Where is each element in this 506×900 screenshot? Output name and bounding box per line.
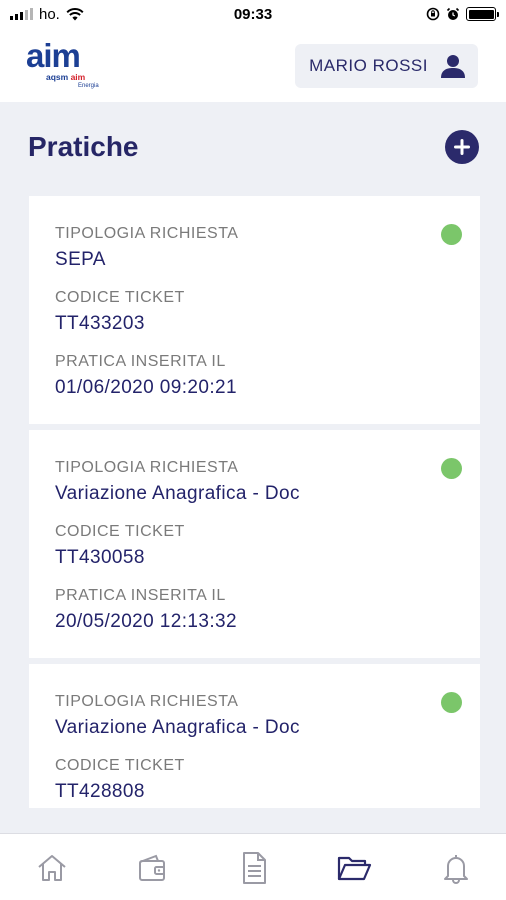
user-profile-button[interactable]: MARIO ROSSI — [295, 44, 478, 88]
tab-home[interactable] — [34, 850, 70, 886]
wifi-icon — [66, 7, 84, 20]
add-pratica-button[interactable] — [445, 130, 479, 164]
status-right — [426, 7, 499, 21]
code-value: TT430058 — [55, 547, 145, 568]
page-title: Pratiche — [28, 131, 139, 162]
type-value: Variazione Anagrafica - Doc — [55, 717, 300, 738]
date-value: 20/05/2020 12:13:32 — [55, 611, 237, 632]
status-indicator — [441, 224, 462, 245]
code-value: TT428808 — [55, 781, 145, 802]
code-label: CODICE TICKET — [55, 289, 185, 306]
ticket-card[interactable]: TIPOLOGIA RICHIESTA SEPA CODICE TICKET T… — [29, 196, 480, 424]
pratiche-list: TIPOLOGIA RICHIESTA SEPA CODICE TICKET T… — [29, 196, 480, 808]
user-icon — [441, 55, 465, 78]
tab-documents[interactable] — [236, 850, 272, 886]
orientation-lock-icon — [426, 7, 440, 21]
tab-notifications[interactable] — [438, 850, 474, 886]
type-value: SEPA — [55, 249, 106, 270]
tab-wallet[interactable] — [134, 850, 170, 886]
home-icon — [38, 855, 66, 881]
aim-logo: aim aqsm aim Energia — [26, 37, 108, 94]
status-left: ho. — [10, 6, 84, 23]
status-indicator — [441, 458, 462, 479]
status-bar: ho. 09:33 — [0, 0, 506, 28]
wallet-icon — [139, 854, 165, 881]
bell-icon — [444, 855, 468, 884]
logo-wordmark: aim — [26, 37, 81, 74]
bottom-tab-bar — [0, 833, 506, 900]
ticket-card[interactable]: TIPOLOGIA RICHIESTA Variazione Anagrafic… — [29, 430, 480, 658]
type-label: TIPOLOGIA RICHIESTA — [55, 693, 239, 710]
status-indicator — [441, 692, 462, 713]
code-label: CODICE TICKET — [55, 757, 185, 774]
folder-open-icon — [337, 856, 372, 881]
type-label: TIPOLOGIA RICHIESTA — [55, 225, 239, 242]
code-label: CODICE TICKET — [55, 523, 185, 540]
app-header: aim aqsm aim Energia MARIO ROSSI — [0, 28, 506, 102]
date-value: 01/06/2020 09:20:21 — [55, 377, 237, 398]
document-icon — [243, 852, 266, 884]
tab-pratiche[interactable] — [336, 850, 372, 886]
date-label: PRATICA INSERITA IL — [55, 587, 226, 604]
logo-tagline: Energia — [78, 83, 99, 89]
date-label: PRATICA INSERITA IL — [55, 353, 226, 370]
user-name: MARIO ROSSI — [309, 56, 428, 75]
carrier-name: ho. — [39, 5, 60, 23]
alarm-icon — [446, 7, 460, 20]
battery-icon — [466, 7, 499, 21]
code-value: TT433203 — [55, 313, 145, 334]
ticket-card[interactable]: TIPOLOGIA RICHIESTA Variazione Anagrafic… — [29, 664, 480, 808]
type-label: TIPOLOGIA RICHIESTA — [55, 459, 239, 476]
signal-icon — [10, 8, 33, 20]
type-value: Variazione Anagrafica - Doc — [55, 483, 300, 504]
plus-icon — [454, 139, 470, 155]
